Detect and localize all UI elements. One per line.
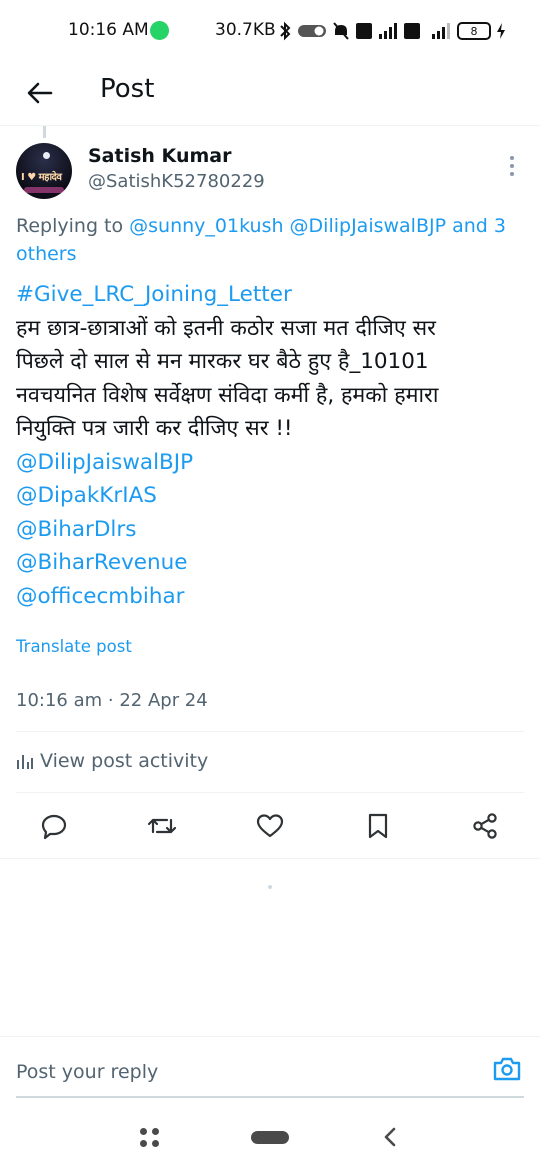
post-timestamp[interactable]: 10:16 am · 22 Apr 24: [16, 690, 208, 711]
replying-to: Replying to @sunny_01kush @DilipJaiswalB…: [16, 212, 516, 268]
mute-icon: [333, 22, 349, 40]
post-body: #Give_LRC_Joining_Letter हम छात्र-छात्रा…: [16, 278, 526, 613]
avatar-moon: [43, 152, 50, 159]
author-name[interactable]: Satish Kumar: [88, 145, 231, 167]
divider: [16, 792, 524, 793]
back-arrow-icon[interactable]: [22, 75, 58, 111]
body-line: हम छात्र-छात्राओं को इतनी कठोर सजा मत दी…: [16, 315, 436, 341]
bookmark-icon[interactable]: [363, 811, 393, 841]
divider: [0, 858, 540, 859]
repost-icon[interactable]: [147, 811, 177, 841]
nav-back-icon[interactable]: [380, 1125, 400, 1149]
page-title: Post: [100, 74, 155, 104]
body-line: नवचयनित विशेष सर्वेक्षण संविदा कर्मी है,…: [16, 382, 439, 408]
analytics-icon: [17, 755, 33, 769]
divider: [16, 731, 524, 732]
view-post-activity-button[interactable]: View post activity: [16, 750, 208, 772]
replying-conj: and: [446, 215, 494, 237]
reply-composer: Post your reply: [0, 1036, 540, 1098]
network-speed: 30.7KB: [215, 20, 276, 40]
thread-connector: [43, 126, 46, 138]
home-pill-icon[interactable]: [251, 1131, 289, 1144]
body-line: पिछले दो साल से मन मारकर घर बैठे हुए है_…: [16, 349, 429, 374]
battery-icon: 8: [457, 22, 491, 40]
author-handle[interactable]: @SatishK52780229: [88, 171, 265, 192]
mention-link[interactable]: @DilipJaiswalBJP: [16, 446, 526, 480]
volte-icon: [404, 23, 420, 39]
loading-indicator: [268, 885, 272, 889]
share-icon[interactable]: [470, 811, 500, 841]
avatar-glow: [24, 187, 64, 193]
camera-icon[interactable]: [492, 1055, 524, 1087]
mention-link[interactable]: @BiharRevenue: [16, 546, 526, 580]
signal-icon: [432, 23, 450, 39]
mention-link[interactable]: @officecmbihar: [16, 580, 526, 614]
like-icon[interactable]: [255, 811, 285, 841]
avatar[interactable]: I ♥ महादेव: [16, 143, 72, 199]
reply-icon[interactable]: [39, 811, 69, 841]
mention-link[interactable]: @BiharDlrs: [16, 513, 526, 547]
charging-icon: [497, 23, 505, 39]
whatsapp-icon: [150, 21, 169, 40]
avatar-art: I ♥ महादेव: [21, 172, 62, 183]
hashtag-link[interactable]: #Give_LRC_Joining_Letter: [16, 278, 526, 312]
status-time: 10:16 AM: [68, 20, 149, 40]
signal-icon: [379, 23, 397, 39]
replying-mentions[interactable]: @sunny_01kush @DilipJaiswalBJP: [129, 215, 446, 237]
translate-post-link[interactable]: Translate post: [16, 637, 132, 656]
replying-prefix: Replying to: [16, 215, 130, 237]
system-nav-bar: [0, 1110, 540, 1170]
reply-input[interactable]: Post your reply: [16, 1061, 158, 1083]
body-line: नियुक्ति पत्र जारी कर दीजिए सर !!: [16, 416, 293, 441]
volte-icon: [356, 23, 372, 39]
reply-input-underline: [16, 1096, 524, 1098]
status-icons: 8: [278, 18, 506, 44]
post-actions: [0, 805, 540, 847]
more-options-icon[interactable]: [500, 152, 524, 180]
bluetooth-icon: [280, 21, 291, 41]
view-post-activity-label: View post activity: [40, 750, 209, 772]
toggle-icon: [298, 25, 326, 37]
status-bar: 10:16 AM 30.7KB 8: [0, 0, 540, 62]
recents-icon[interactable]: [140, 1128, 160, 1148]
top-app-bar: Post: [0, 62, 540, 126]
mention-link[interactable]: @DipakKrIAS: [16, 479, 526, 513]
